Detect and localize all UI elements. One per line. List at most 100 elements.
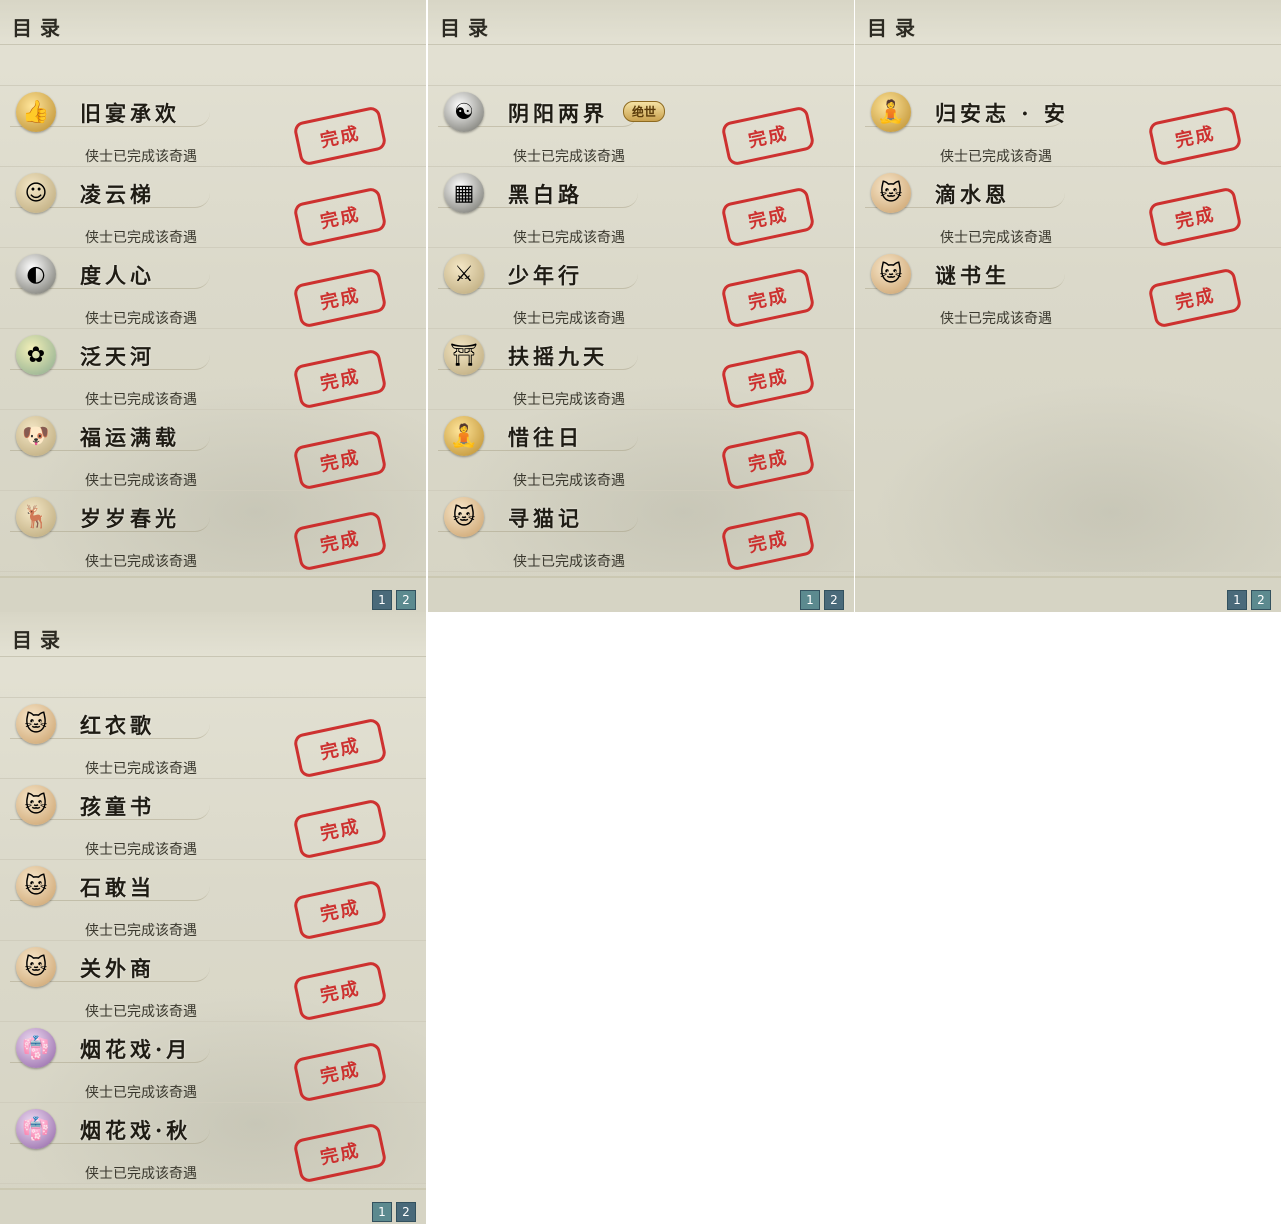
completion-status: 侠士已完成该奇遇 [940,230,1052,246]
completed-seal-stamp: 完成 [1147,267,1243,329]
adventure-name: 烟花戏·秋 [80,1118,192,1143]
page-button-1[interactable]: 1 [800,590,820,610]
lady-icon: 👘 [16,1028,56,1068]
completion-status: 侠士已完成该奇遇 [940,149,1052,165]
pillar-icon: ⛩ [444,335,484,375]
adventure-name: 旧宴承欢 [80,101,180,126]
adventure-name: 寻猫记 [508,506,583,531]
completion-status: 侠士已完成该奇遇 [513,392,625,408]
adventure-row[interactable]: 👘 烟花戏·月 侠士已完成该奇遇 完成 [0,1021,426,1103]
adventure-row[interactable]: 👘 烟花戏·秋 侠士已完成该奇遇 完成 [0,1102,426,1184]
adventure-panel-4: 目录 🐱 红衣歌 侠士已完成该奇遇 完成 🐱 孩童书 侠士已完成该奇遇 完成 🐱 石敢当 侠士已完成该… [0,612,426,1224]
panel-title: 目录 [12,16,68,40]
completed-seal-stamp: 完成 [1147,105,1243,167]
adventure-list: 🧘 归安志 · 安侠士已完成该奇遇 完成 🐱 滴水恩 侠士已完成该奇遇 完成 🐱 谜书生 侠士已完… [855,85,1281,329]
panel-header: 目录 [855,0,1281,45]
completed-seal-stamp: 完成 [292,798,388,860]
page-button-2[interactable]: 2 [1251,590,1271,610]
adventure-name: 少年行 [508,263,583,288]
pager-divider [855,576,1281,578]
panel-header: 目录 [0,0,426,45]
adventure-list: ☯ 阴阳两界 绝世 侠士已完成该奇遇 完成 ▦ 黑白路 侠士已完成该奇遇 完成 ⚔ 少年行 侠士已完成… [428,85,854,572]
completion-status: 侠士已完成该奇遇 [85,230,197,246]
completion-status: 侠士已完成该奇遇 [85,923,197,939]
page-button-2[interactable]: 2 [396,590,416,610]
cat-icon: 🐱 [16,704,56,744]
completed-seal-stamp: 完成 [292,267,388,329]
panel-title: 目录 [867,16,923,40]
rarity-badge: 绝世 [623,101,666,122]
adventure-list: 🐱 红衣歌 侠士已完成该奇遇 完成 🐱 孩童书 侠士已完成该奇遇 完成 🐱 石敢当 侠士已完成该奇遇… [0,697,426,1184]
pager-divider [428,576,854,578]
adventure-row[interactable]: ⚔ 少年行 侠士已完成该奇遇 完成 [428,247,854,329]
completion-status: 侠士已完成该奇遇 [85,842,197,858]
adventure-panel-3: 目录 🧘 归安志 · 安侠士已完成该奇遇 完成 🐱 滴水恩 侠士已完成该奇遇 完成 🐱 谜书生 侠士… [855,0,1281,612]
adventure-name: 阴阳两界 [508,101,608,126]
adventure-name: 扶摇九天 [508,344,608,369]
pager-divider [0,576,426,578]
adventure-name: 福运满载 [80,425,180,450]
completion-status: 侠士已完成该奇遇 [85,392,197,408]
adventure-row[interactable]: 🐱 孩童书 侠士已完成该奇遇 完成 [0,778,426,860]
adventure-row[interactable]: 👍 旧宴承欢 侠士已完成该奇遇 完成 [0,85,426,167]
completion-status: 侠士已完成该奇遇 [513,554,625,570]
adventure-row[interactable]: 🦌 岁岁春光 侠士已完成该奇遇 完成 [0,490,426,572]
adventure-row[interactable]: 🐱 石敢当 侠士已完成该奇遇 完成 [0,859,426,941]
completed-seal-stamp: 完成 [292,717,388,779]
adventure-name: 惜往日 [508,425,583,450]
adventure-row[interactable]: ▦ 黑白路 侠士已完成该奇遇 完成 [428,166,854,248]
page-button-2[interactable]: 2 [396,1202,416,1222]
adventure-row[interactable]: 🐱 关外商 侠士已完成该奇遇 完成 [0,940,426,1022]
adventure-row[interactable]: 🐱 滴水恩 侠士已完成该奇遇 完成 [855,166,1281,248]
completion-status: 侠士已完成该奇遇 [513,230,625,246]
completed-seal-stamp: 完成 [720,429,816,491]
dog-icon: 🐶 [16,416,56,456]
yin-yang-icon: ☯ [444,92,484,132]
completed-seal-stamp: 完成 [292,1122,388,1184]
completion-status: 侠士已完成该奇遇 [85,1004,197,1020]
page-button-2[interactable]: 2 [824,590,844,610]
adventure-row[interactable]: ✿ 泛天河 侠士已完成该奇遇 完成 [0,328,426,410]
completion-status: 侠士已完成该奇遇 [85,473,197,489]
adventure-name: 归安志 · 安 [935,101,1069,126]
completed-seal-stamp: 完成 [720,348,816,410]
pager-divider [0,1188,426,1190]
completed-seal-stamp: 完成 [720,186,816,248]
adventure-panel-2: 目录 ☯ 阴阳两界 绝世 侠士已完成该奇遇 完成 ▦ 黑白路 侠士已完成该奇遇 完成 ⚔ 少年行 侠士已… [428,0,854,612]
butterfly-icon: ✿ [16,335,56,375]
adventure-row[interactable]: 🧘 归安志 · 安侠士已完成该奇遇 完成 [855,85,1281,167]
page-button-1[interactable]: 1 [372,590,392,610]
completion-status: 侠士已完成该奇遇 [513,149,625,165]
pagination: 12 [372,1202,416,1222]
swordsman-icon: ⚔ [444,254,484,294]
adventure-name: 黑白路 [508,182,583,207]
completed-seal-stamp: 完成 [292,105,388,167]
adventure-row[interactable]: ⛩ 扶摇九天侠士已完成该奇遇 完成 [428,328,854,410]
adventure-row[interactable]: 🐶 福运满载 侠士已完成该奇遇 完成 [0,409,426,491]
adventure-row[interactable]: 🐱 寻猫记 侠士已完成该奇遇 完成 [428,490,854,572]
adventure-name: 度人心 [80,263,155,288]
completed-seal-stamp: 完成 [720,105,816,167]
panel-title: 目录 [12,628,68,652]
page-button-1[interactable]: 1 [372,1202,392,1222]
adventure-row[interactable]: 🐱 红衣歌 侠士已完成该奇遇 完成 [0,697,426,779]
adventure-name: 孩童书 [80,794,155,819]
completed-seal-stamp: 完成 [292,348,388,410]
adventure-row[interactable]: ☺ 凌云梯 侠士已完成该奇遇 完成 [0,166,426,248]
pagination: 12 [1227,590,1271,610]
pagination: 12 [800,590,844,610]
adventure-row[interactable]: ◐ 度人心 侠士已完成该奇遇 完成 [0,247,426,329]
adventure-row[interactable]: ☯ 阴阳两界 绝世侠士已完成该奇遇 完成 [428,85,854,167]
completed-seal-stamp: 完成 [720,510,816,572]
completed-seal-stamp: 完成 [292,510,388,572]
completed-seal-stamp: 完成 [292,186,388,248]
adventure-row[interactable]: 🐱 谜书生 侠士已完成该奇遇 完成 [855,247,1281,329]
completion-status: 侠士已完成该奇遇 [85,554,197,570]
deer-icon: 🦌 [16,497,56,537]
panel-header: 目录 [428,0,854,45]
pagination: 12 [372,590,416,610]
adventure-row[interactable]: 🧘 惜往日 侠士已完成该奇遇 完成 [428,409,854,491]
page-button-1[interactable]: 1 [1227,590,1247,610]
adventure-list: 👍 旧宴承欢 侠士已完成该奇遇 完成 ☺ 凌云梯 侠士已完成该奇遇 完成 ◐ 度人心 侠士已完成该奇… [0,85,426,572]
face-icon: ☺ [16,173,56,213]
